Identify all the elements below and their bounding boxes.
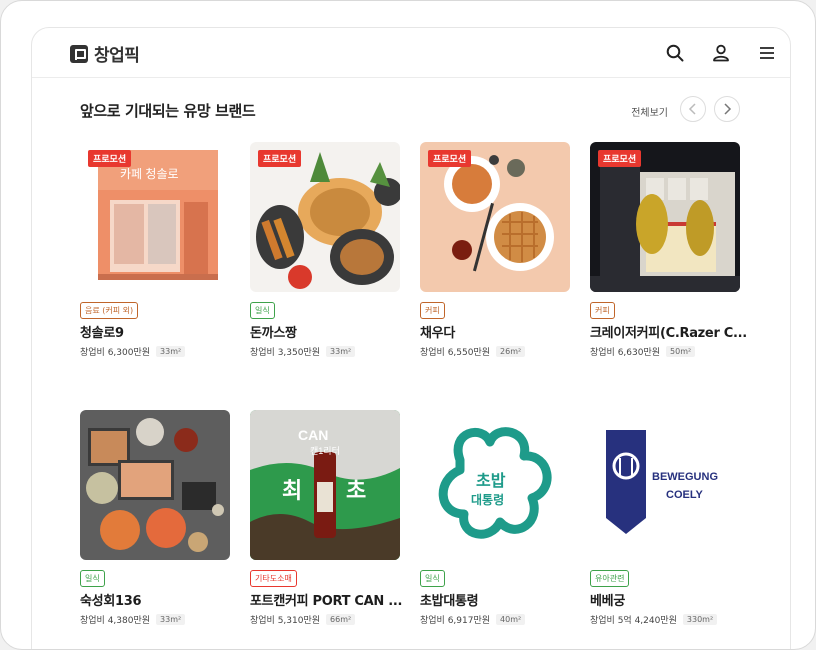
startup-cost: 창업비 3,350만원 bbox=[250, 348, 321, 358]
store-area: 26m² bbox=[496, 346, 526, 357]
startup-cost: 창업비 6,550만원 bbox=[420, 348, 491, 358]
brand-thumbnail bbox=[80, 410, 230, 560]
category-tag: 기타도소매 bbox=[250, 570, 297, 587]
brand-meta: 창업비 6,300만원 33m² bbox=[80, 345, 186, 358]
brand-thumbnail: 프로모션 bbox=[590, 142, 740, 292]
carousel-next-button[interactable] bbox=[714, 96, 740, 122]
chobap-logo-line1: 초밥 bbox=[476, 472, 506, 490]
section-title: 앞으로 기대되는 유망 브랜드 bbox=[80, 102, 256, 120]
brand-thumbnail: 초밥 대통령 bbox=[420, 410, 570, 560]
cafe-sign-text: 카페 청솔로 bbox=[120, 167, 179, 181]
store-area: 330m² bbox=[682, 614, 718, 625]
page-container: 창업픽 앞으로 기대되는 유망 브랜드 전체보기 카페 청솔로 프로모션 음료 … bbox=[31, 27, 791, 649]
store-area: 33m² bbox=[156, 346, 186, 357]
section-header: 앞으로 기대되는 유망 브랜드 전체보기 bbox=[80, 96, 740, 124]
brand-meta: 창업비 3,350만원 33m² bbox=[250, 345, 356, 358]
store-area: 33m² bbox=[156, 614, 186, 625]
brand-thumbnail: 카페 청솔로 프로모션 bbox=[80, 142, 230, 292]
chobap-logo-line2: 대통령 bbox=[471, 492, 504, 507]
bewegung-logo-line1: BEWEGUNG bbox=[652, 471, 718, 483]
category-tag: 일식 bbox=[250, 302, 275, 319]
can-label: CAN bbox=[298, 427, 328, 443]
promo-badge: 프로모션 bbox=[598, 150, 642, 167]
category-tag: 일식 bbox=[80, 570, 105, 587]
brand-name: 초밥대통령 bbox=[420, 594, 479, 609]
view-all-link[interactable]: 전체보기 bbox=[631, 104, 668, 119]
startup-cost: 창업비 6,630만원 bbox=[590, 348, 661, 358]
promo-badge: 프로모션 bbox=[88, 150, 132, 167]
startup-cost: 창업비 5,310만원 bbox=[250, 616, 321, 626]
brand-meta: 창업비 6,917만원 40m² bbox=[420, 613, 526, 626]
promo-badge: 프로모션 bbox=[258, 150, 302, 167]
can-sublabel: 캔1리터 bbox=[310, 446, 340, 456]
chevron-left-icon bbox=[688, 103, 696, 115]
brand-meta: 창업비 5,310만원 66m² bbox=[250, 613, 356, 626]
brand-name: 크레이저커피(C.Razer C... bbox=[590, 326, 747, 341]
top-header: 창업픽 bbox=[32, 28, 790, 78]
menu-icon[interactable] bbox=[744, 40, 790, 66]
brand-name: 숙성회136 bbox=[80, 594, 142, 609]
brand-meta: 창업비 6,550만원 26m² bbox=[420, 345, 526, 358]
brand-name: 베베궁 bbox=[590, 594, 625, 609]
brand-name: 돈까스짱 bbox=[250, 326, 297, 341]
promo-badge: 프로모션 bbox=[428, 150, 472, 167]
category-tag: 유아관련 bbox=[590, 570, 630, 587]
category-tag: 커피 bbox=[590, 302, 615, 319]
brand-name: 채우다 bbox=[420, 326, 455, 341]
brand-thumbnail: 프로모션 bbox=[250, 142, 400, 292]
choi-char: 최 bbox=[282, 478, 302, 503]
brand-thumbnail: CAN 캔1리터 최 초 bbox=[250, 410, 400, 560]
chevron-right-icon bbox=[724, 103, 732, 115]
category-tag: 커피 bbox=[420, 302, 445, 319]
store-area: 50m² bbox=[666, 346, 696, 357]
brand-meta: 창업비 5억 4,240만원 330m² bbox=[590, 613, 718, 626]
user-icon[interactable] bbox=[698, 40, 744, 66]
logo-icon bbox=[70, 44, 88, 63]
brand-thumbnail: BEWEGUNG COELY bbox=[590, 410, 740, 560]
brand-name: 청솔로9 bbox=[80, 326, 124, 341]
brand-meta: 창업비 6,630만원 50m² bbox=[590, 345, 696, 358]
brand-meta: 창업비 4,380만원 33m² bbox=[80, 613, 186, 626]
category-tag: 음료 (커피 외) bbox=[80, 302, 139, 319]
header-actions bbox=[652, 40, 790, 66]
logo-text: 창업픽 bbox=[94, 46, 140, 66]
search-icon[interactable] bbox=[652, 40, 698, 66]
bewegung-logo-line2: COELY bbox=[666, 489, 704, 501]
category-tag: 일식 bbox=[420, 570, 445, 587]
startup-cost: 창업비 6,917만원 bbox=[420, 616, 491, 626]
cho-char: 초 bbox=[346, 478, 366, 503]
app-frame: 창업픽 앞으로 기대되는 유망 브랜드 전체보기 카페 청솔로 프로모션 음료 … bbox=[0, 0, 816, 650]
startup-cost: 창업비 6,300만원 bbox=[80, 348, 151, 358]
store-area: 66m² bbox=[326, 614, 356, 625]
store-area: 40m² bbox=[496, 614, 526, 625]
startup-cost: 창업비 4,380만원 bbox=[80, 616, 151, 626]
store-area: 33m² bbox=[326, 346, 356, 357]
brand-thumbnail: 프로모션 bbox=[420, 142, 570, 292]
brand-name: 포트캔커피 PORT CAN ... bbox=[250, 594, 403, 609]
logo[interactable]: 창업픽 bbox=[70, 41, 140, 66]
startup-cost: 창업비 5억 4,240만원 bbox=[590, 616, 677, 626]
carousel-prev-button[interactable] bbox=[680, 96, 706, 122]
